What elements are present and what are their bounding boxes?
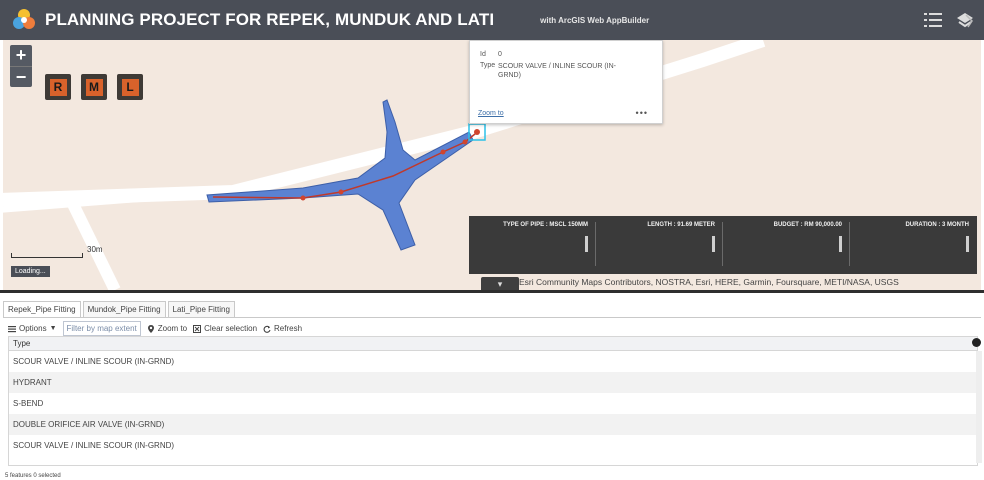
info-length: LENGTH : 91.69 METER [596, 220, 721, 270]
chevron-down-icon: ▼ [49, 325, 57, 332]
popup-type-label: Type [480, 62, 496, 69]
info-pipe-type-label: TYPE OF PIPE : MSCL 150MM [503, 222, 588, 228]
app-title: PLANNING PROJECT FOR REPEK, MUNDUK AND L… [45, 10, 495, 29]
table-status: 5 features 0 selected [5, 473, 61, 479]
map-pin-icon [147, 324, 154, 333]
repek-button-label: R [49, 78, 67, 96]
project-area-polygon [206, 99, 474, 251]
lati-button[interactable]: L [117, 74, 143, 100]
options-icon [8, 325, 16, 332]
info-pipe-type-value [585, 236, 588, 252]
map-view[interactable]: + − R M L 30m Loading... Id 0 Type SCOUR… [3, 40, 981, 290]
table-row[interactable]: S-BEND [9, 393, 977, 414]
column-menu-icon[interactable] [972, 338, 981, 347]
repek-button[interactable]: R [45, 74, 71, 100]
refresh-button[interactable]: Refresh [263, 324, 302, 333]
tab-lati-pipe-fitting[interactable]: Lati_Pipe Fitting [167, 301, 235, 318]
popup-id-value: 0 [498, 51, 502, 58]
clear-selection-button[interactable]: Clear selection [193, 324, 257, 333]
tabs-underline [3, 317, 981, 318]
app-header: PLANNING PROJECT FOR REPEK, MUNDUK AND L… [0, 0, 984, 40]
refresh-label: Refresh [274, 324, 303, 333]
munduk-button-label: M [85, 78, 103, 96]
attribute-grid: Type SCOUR VALVE / INLINE SCOUR (IN-GRND… [8, 336, 978, 466]
app-subtitle: with ArcGIS Web AppBuilder [540, 15, 650, 25]
refresh-icon [263, 325, 271, 333]
zoom-to-label: Zoom to [157, 324, 188, 333]
table-row[interactable]: DOUBLE ORIFICE AIR VALVE (IN-GRND) [9, 414, 977, 435]
table-tabs: Repek_Pipe Fitting Mundok_Pipe Fitting L… [3, 301, 237, 318]
info-duration: DURATION : 3 MONTH [850, 220, 975, 270]
zoom-control: + − [10, 45, 32, 87]
popup-type-value: SCOUR VALVE / INLINE SCOUR (IN-GRND) [498, 63, 616, 79]
tab-repek-pipe-fitting[interactable]: Repek_Pipe Fitting [3, 301, 81, 318]
info-budget: BUDGET : RM 90,000.00 [723, 220, 848, 270]
bookmark-buttons: R M L [45, 74, 143, 100]
options-dropdown[interactable]: Options ▼ [8, 324, 57, 333]
clear-selection-label: Clear selection [204, 324, 258, 333]
info-budget-value [839, 236, 842, 252]
grid-scrollbar[interactable] [976, 351, 982, 463]
info-budget-label: BUDGET : RM 90,000.00 [773, 222, 842, 228]
project-info-panel: TYPE OF PIPE : MSCL 150MM LENGTH : 91.69… [469, 216, 977, 274]
table-row[interactable]: SCOUR VALVE / INLINE SCOUR (IN-GRND) [9, 435, 977, 456]
loading-indicator: Loading... [11, 266, 50, 277]
popup-more-menu[interactable]: ••• [636, 108, 648, 118]
popup-id-label: Id [480, 51, 486, 58]
popup-type-row: Type SCOUR VALVE / INLINE SCOUR (IN-GRND… [480, 62, 662, 80]
attribute-table-panel: Repek_Pipe Fitting Mundok_Pipe Fitting L… [0, 293, 984, 480]
list-menu-icon[interactable] [922, 9, 944, 31]
zoom-in-button[interactable]: + [10, 45, 32, 66]
table-toolbar: Options ▼ Filter by map extent Zoom to C… [8, 321, 308, 336]
zoom-to-button[interactable]: Zoom to [147, 324, 187, 333]
column-header-type[interactable]: Type [9, 337, 977, 351]
info-length-value [712, 236, 715, 252]
info-duration-label: DURATION : 3 MONTH [905, 222, 969, 228]
popup-zoom-to-link[interactable]: Zoom to [478, 110, 504, 117]
popup-id-row: Id 0 [480, 51, 662, 58]
table-row[interactable]: SCOUR VALVE / INLINE SCOUR (IN-GRND) [9, 351, 977, 372]
app-logo-icon [13, 9, 35, 29]
munduk-button[interactable]: M [81, 74, 107, 100]
web-app: PLANNING PROJECT FOR REPEK, MUNDUK AND L… [0, 0, 984, 480]
scale-bar-label: 30m [87, 245, 103, 254]
feature-popup: Id 0 Type SCOUR VALVE / INLINE SCOUR (IN… [469, 40, 663, 124]
filter-by-extent-button[interactable]: Filter by map extent [62, 321, 141, 336]
info-pipe-type: TYPE OF PIPE : MSCL 150MM [469, 220, 594, 270]
zoom-out-button[interactable]: − [10, 66, 32, 87]
tab-mundok-pipe-fitting[interactable]: Mundok_Pipe Fitting [82, 301, 166, 318]
lati-button-label: L [121, 78, 139, 96]
clear-selection-icon [193, 324, 202, 333]
scale-bar: 30m [11, 245, 103, 258]
scale-bar-line [11, 253, 83, 258]
collapse-table-button[interactable]: ▾ [481, 277, 519, 290]
options-label: Options [19, 324, 47, 333]
info-length-label: LENGTH : 91.69 METER [647, 222, 715, 228]
layers-icon[interactable] [954, 9, 976, 31]
map-attribution: Esri Community Maps Contributors, NOSTRA… [519, 277, 899, 287]
info-duration-value [966, 236, 969, 252]
table-row[interactable]: HYDRANT [9, 372, 977, 393]
